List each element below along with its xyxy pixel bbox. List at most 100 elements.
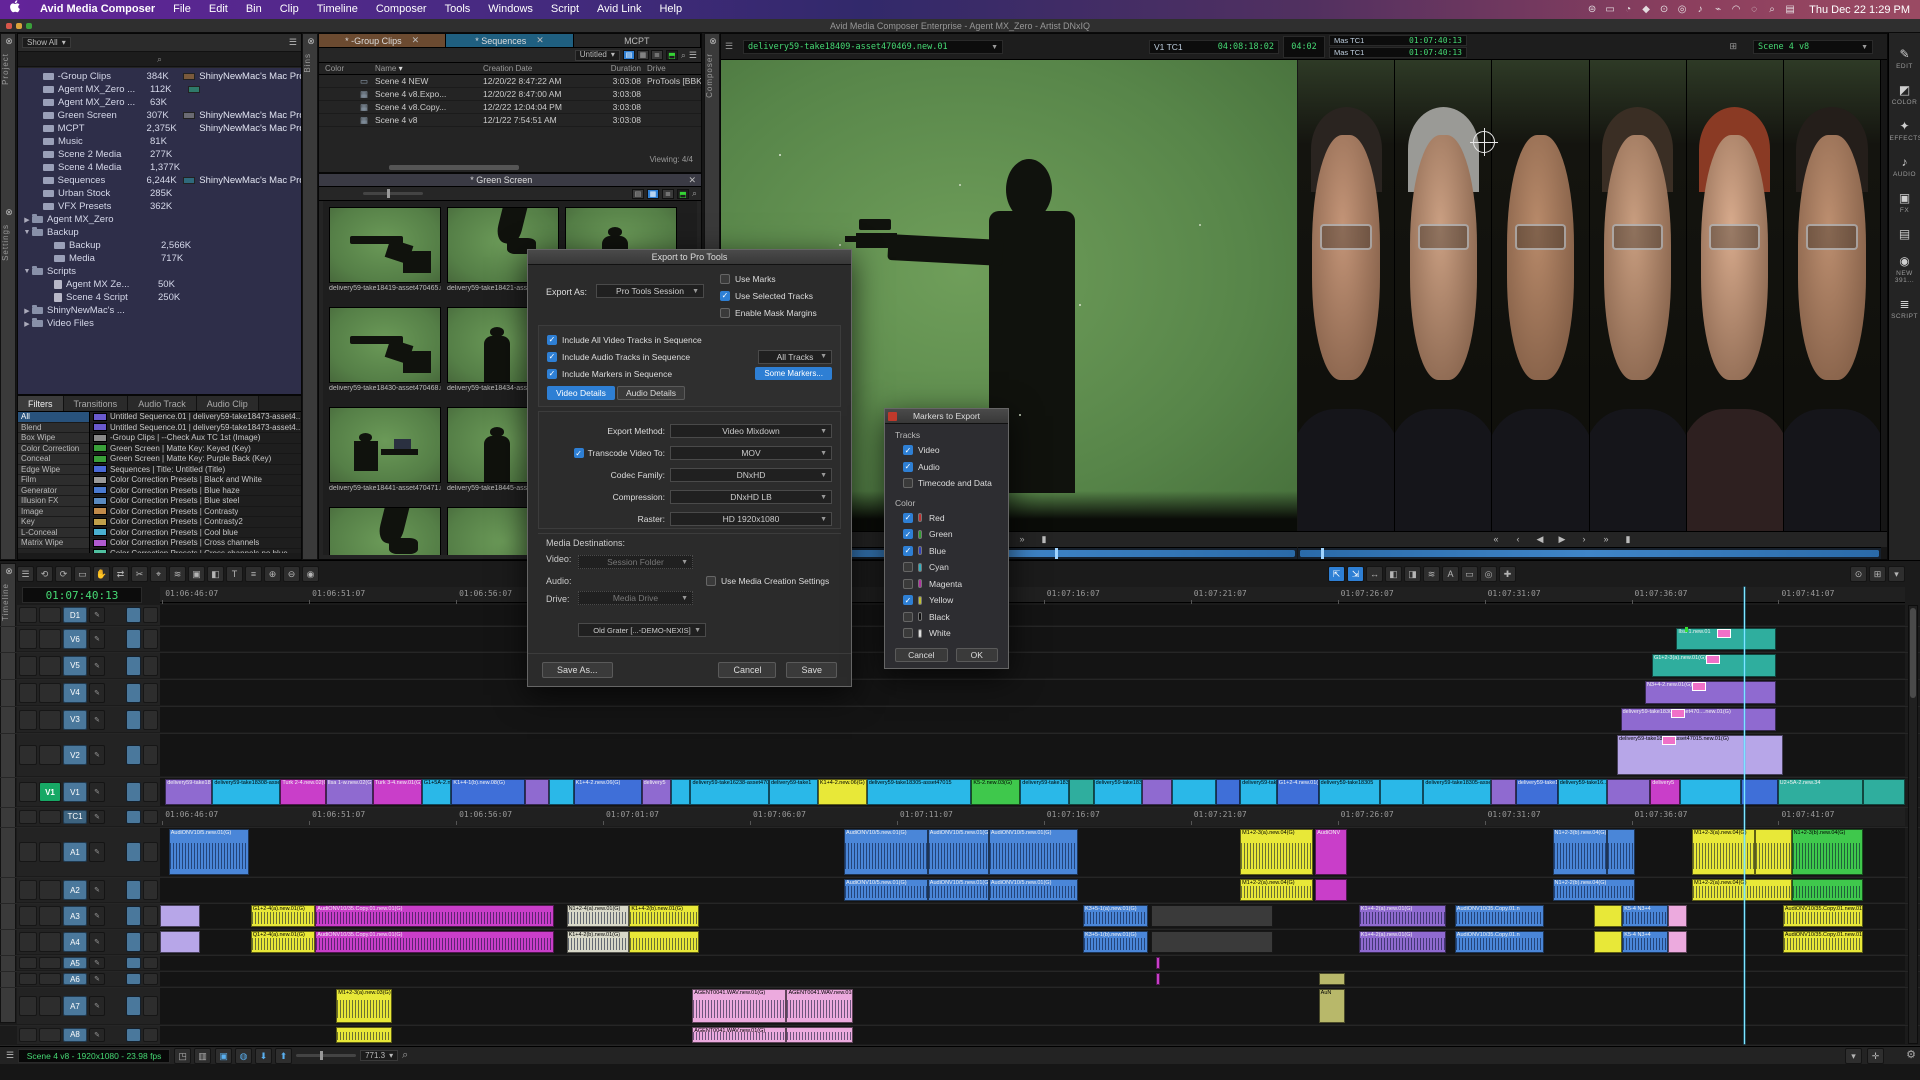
sync-lock-cell[interactable] <box>19 782 37 802</box>
media-drive-dropdown[interactable]: Old Grater [...-DEMO-NEXIS]▼ <box>578 623 706 637</box>
track-select-button[interactable]: A7 <box>63 996 87 1016</box>
status-icon[interactable]: ⌁ <box>1709 4 1727 15</box>
disclosure-arrow-icon[interactable]: ▼ <box>22 229 32 236</box>
source-patch-cell[interactable] <box>39 842 61 862</box>
sidebar-edit[interactable]: ✎EDIT <box>1890 47 1920 70</box>
sync-lock-cell[interactable] <box>19 1028 37 1042</box>
bin-list-item[interactable]: Music81K <box>18 135 301 148</box>
clip-segment[interactable] <box>160 905 200 927</box>
clip-segment[interactable]: N1+2-3(b).new.04(G) <box>1553 829 1607 875</box>
effect-preset-row[interactable]: Untitled Sequence.01 | delivery59-take18… <box>90 423 301 434</box>
timeline-tool-icon[interactable]: ⇄ <box>112 566 129 582</box>
record-monitor[interactable] <box>1298 60 1881 531</box>
view-mode-icon[interactable]: ≣ <box>651 50 663 60</box>
export-include-include-all-video-tracks-in-sequence[interactable]: ✓Include All Video Tracks in Sequence <box>547 331 832 348</box>
pencil-icon[interactable]: ✎ <box>89 996 105 1016</box>
clip-segment[interactable]: AudiONV10/5.new.01(G) <box>844 829 928 875</box>
close-timeline-icon[interactable]: ⊗ <box>1 564 17 579</box>
track-select-button[interactable]: V3 <box>63 710 87 730</box>
menu-item-file[interactable]: File <box>164 0 200 19</box>
close-window-icon[interactable] <box>6 23 12 29</box>
clip-segment[interactable]: K1+4-2(a).new.01(G) <box>1359 905 1446 927</box>
track-lock-toggle[interactable] <box>143 782 158 802</box>
status-icon[interactable]: ▤ <box>1781 4 1799 15</box>
smart-tool-icon[interactable]: ◨ <box>1404 566 1421 582</box>
timeline-tool-icon[interactable]: ≋ <box>169 566 186 582</box>
pencil-icon[interactable]: ✎ <box>89 842 105 862</box>
sidebar-icon[interactable]: ▤ <box>1899 227 1910 241</box>
clip-segment[interactable] <box>1594 905 1622 927</box>
timeline-tool-icon[interactable]: ⟳ <box>55 566 72 582</box>
save-as-button[interactable]: Save As... <box>542 662 613 678</box>
timeline-tool-icon[interactable]: ⊕ <box>264 566 281 582</box>
clip-segment[interactable] <box>1156 973 1160 985</box>
bottom-bar-right-icon[interactable]: ▾ <box>1845 1048 1862 1064</box>
clip-segment[interactable]: delivery59-take18305 <box>1516 779 1558 805</box>
clip-segment[interactable] <box>1380 779 1424 805</box>
track-lock-toggle[interactable] <box>143 932 158 951</box>
some-markers-button[interactable]: Some Markers... <box>755 367 832 380</box>
bin-list-item[interactable]: Sequences6,244KShinyNewMac's Mac Pro <box>18 174 301 187</box>
bin-list-item[interactable]: Scene 4 Media1,377K <box>18 161 301 174</box>
source-patch-cell[interactable] <box>39 810 61 824</box>
clip-segment[interactable]: AudiONV10/5.new.01(G) <box>169 829 249 875</box>
source-patch-cell[interactable]: V1 <box>39 782 61 802</box>
track-lock-toggle[interactable] <box>143 996 158 1016</box>
source-patch-cell[interactable] <box>39 880 61 899</box>
video-details-tab[interactable]: Video Details <box>547 386 615 400</box>
pencil-icon[interactable]: ✎ <box>89 880 105 899</box>
effect-category[interactable]: Matrix Wipe <box>18 538 89 549</box>
sidebar-effects[interactable]: ✦EFFECTS <box>1890 119 1920 142</box>
timeline-tool-icon[interactable]: ≡ <box>245 566 262 582</box>
clip-segment[interactable]: AudiONV10/5.new.01(G) <box>928 879 989 901</box>
column-creation-date[interactable]: Creation Date <box>483 64 595 73</box>
sequence-row[interactable]: ▦Scene 4 v8.Expo...12/20/22 8:47:00 AM3:… <box>319 88 701 101</box>
track-select-button[interactable]: V1 <box>63 782 87 802</box>
frame-view-icon[interactable]: ▤ <box>632 189 644 199</box>
track-content-a4[interactable]: Q1+2-4(a).new.01(G)AudiONV10/35.Copy.01.… <box>160 930 1905 954</box>
pencil-icon[interactable]: ✎ <box>89 683 105 703</box>
clip-segment[interactable] <box>1863 779 1905 805</box>
bins-tab[interactable]: Bins <box>303 53 319 73</box>
timeline-zoom-value[interactable]: 771.3▾ <box>360 1050 398 1061</box>
source-patch-cell[interactable] <box>39 906 61 925</box>
transport-icon[interactable]: ▮ <box>1033 534 1055 545</box>
effect-preset-row[interactable]: Color Correction Presets | Cross channel… <box>90 538 301 549</box>
clip-thumbnail[interactable]: delivery59-take18430-asset470468.new.01 <box>329 307 441 401</box>
status-icon[interactable]: ◆ <box>1637 4 1655 15</box>
effect-preset-row[interactable]: Green Screen | Matte Key: Purple Back (K… <box>90 454 301 465</box>
clip-segment[interactable]: delivery59-take18305 <box>1094 779 1143 805</box>
thumbnail-size-slider[interactable] <box>363 192 423 195</box>
source-clip-dropdown[interactable]: delivery59-take18409-asset470469.new.01 … <box>743 40 1003 54</box>
effect-category[interactable]: Key <box>18 517 89 528</box>
status-icon[interactable]: ◔ <box>1619 4 1637 15</box>
status-icon[interactable]: ▭ <box>1601 4 1619 15</box>
bottom-bar-blue-icon[interactable]: ⬇ <box>255 1048 272 1064</box>
track-monitor-toggle[interactable] <box>126 842 141 862</box>
clip-segment[interactable]: AuN <box>1319 989 1345 1023</box>
smart-tool-icon[interactable]: ✚ <box>1499 566 1516 582</box>
project-fast-menu-icon[interactable]: ☰ <box>289 37 297 48</box>
clip-segment[interactable]: M1+2-3(a).new.03(G) <box>336 989 392 1023</box>
sync-lock-cell[interactable] <box>19 973 37 984</box>
timeline-playhead[interactable] <box>1744 587 1745 1044</box>
bottom-bar-blue-icon[interactable]: ◍ <box>235 1048 252 1064</box>
disclosure-arrow-icon[interactable]: ▶ <box>22 307 32 315</box>
disclosure-arrow-icon[interactable]: ▶ <box>22 320 32 328</box>
track-lock-toggle[interactable] <box>143 880 158 899</box>
pencil-icon[interactable]: ✎ <box>89 710 105 730</box>
track-monitor-toggle[interactable] <box>126 810 141 824</box>
source-patch-cell[interactable] <box>39 1028 61 1042</box>
source-patch-cell[interactable] <box>39 745 61 765</box>
bin-fast-menu-icon[interactable]: ☰ <box>689 50 697 61</box>
sequence-dropdown[interactable]: Scene 4 v8 ▼ <box>1753 40 1873 54</box>
clip-segment[interactable]: AudiONV10/5.new.01(G) <box>844 879 928 901</box>
clip-segment[interactable] <box>786 1027 852 1043</box>
clip-segment[interactable]: N1+2-4(a).new.01(G) <box>567 905 630 927</box>
clip-segment[interactable]: U2+5A-2.new.34 <box>1778 779 1864 805</box>
clip-segment[interactable] <box>1151 931 1273 953</box>
smart-tool-icon[interactable]: ▭ <box>1461 566 1478 582</box>
clip-segment[interactable]: AudiONV10/5.new.01(G) <box>989 879 1078 901</box>
clip-segment[interactable]: delivery59-take18308-asset47015.new.01(G… <box>212 779 280 805</box>
marker-option-blue[interactable]: ✓Blue <box>903 543 1008 560</box>
